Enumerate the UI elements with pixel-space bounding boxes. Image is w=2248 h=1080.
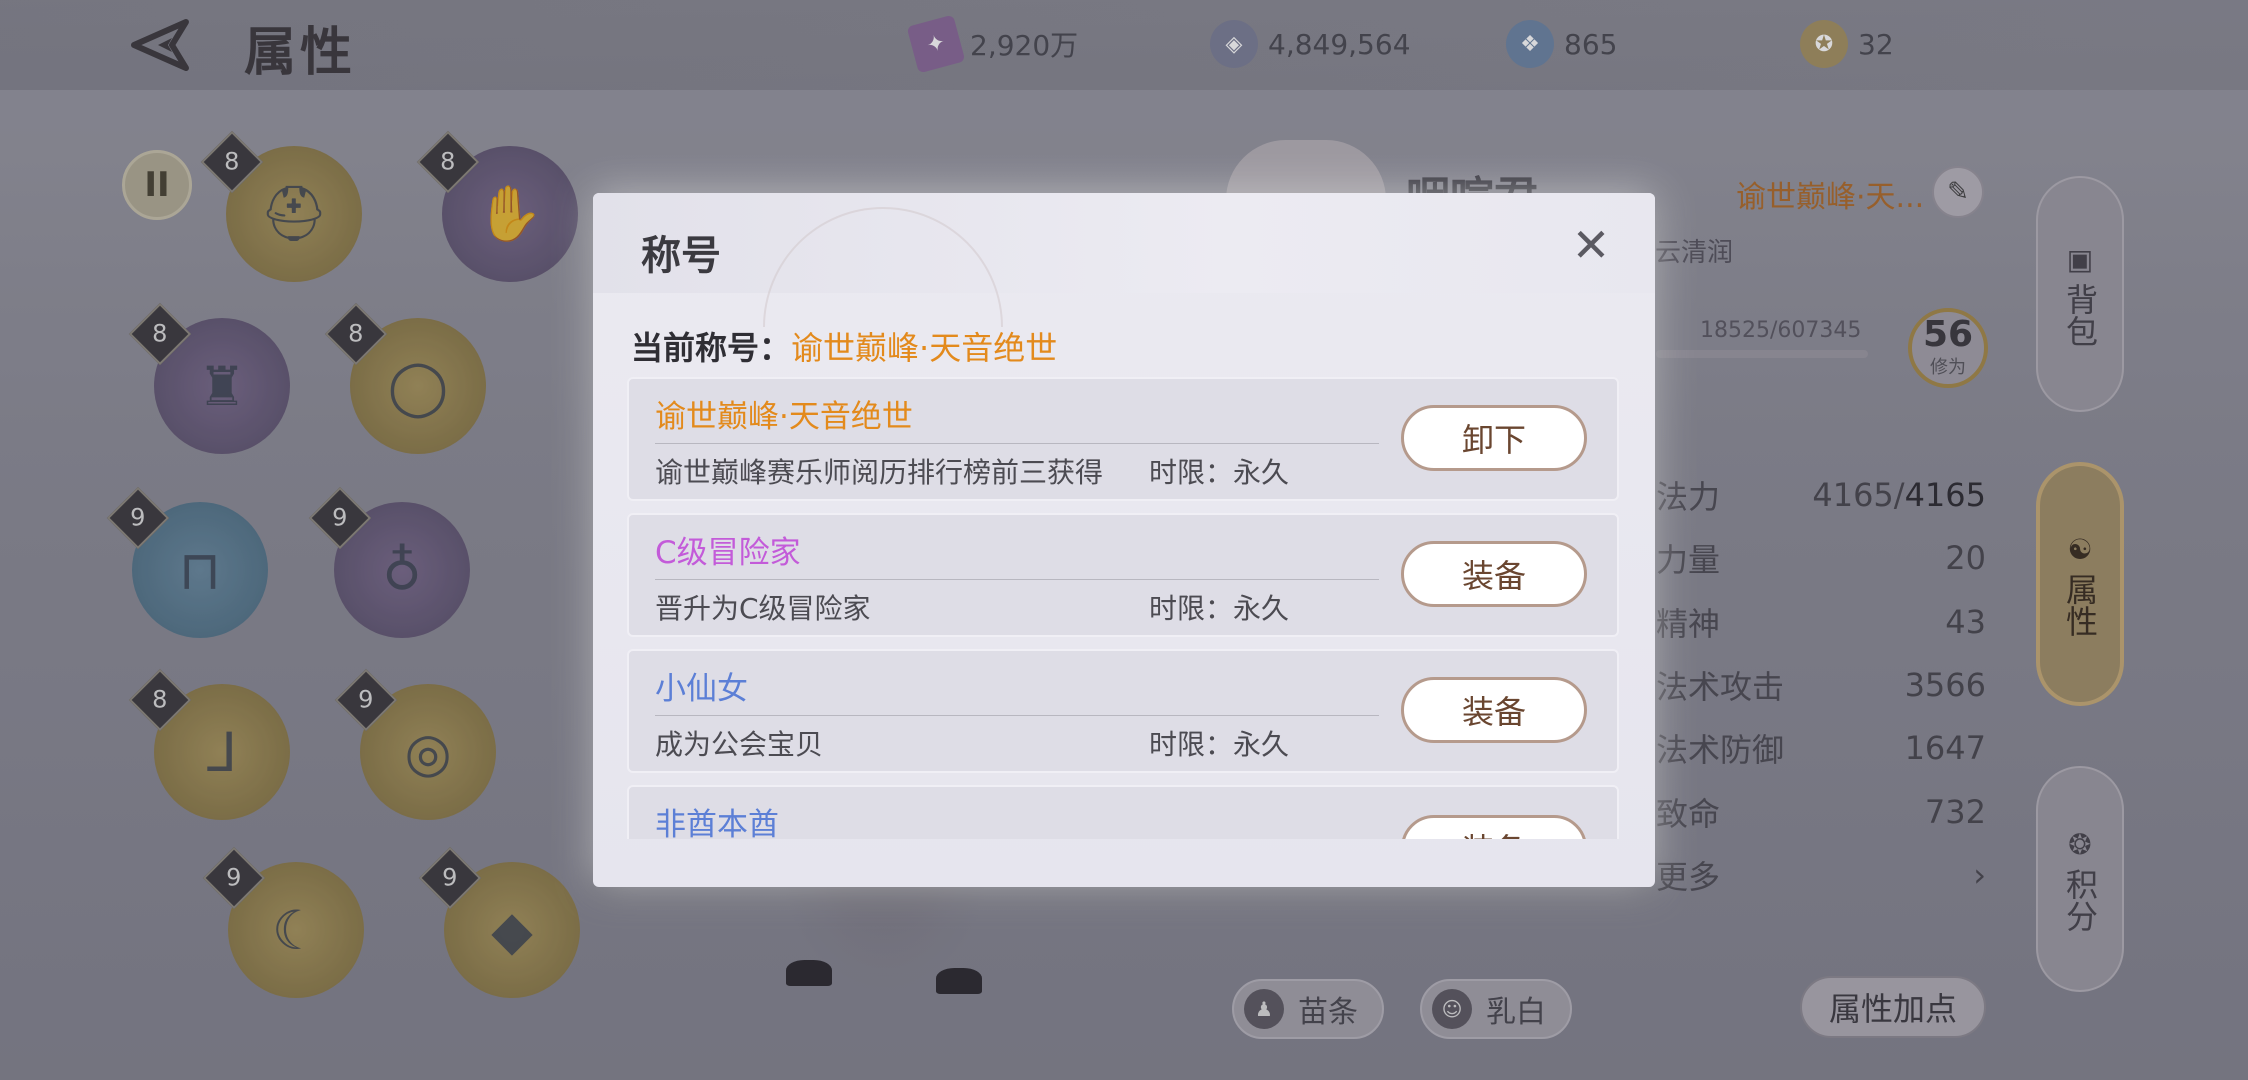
title-description: 谕世巅峰赛乐师阅历排行榜前三获得 xyxy=(655,456,1104,489)
title-list[interactable]: 谕世巅峰·天音绝世 谕世巅峰赛乐师阅历排行榜前三获得 时限：永久 卸下 C级冒险… xyxy=(627,377,1619,839)
title-name: 小仙女 xyxy=(655,671,748,707)
divider xyxy=(655,715,1379,716)
equip-button[interactable]: 装备 xyxy=(1401,677,1587,743)
dialog-header xyxy=(593,193,1655,293)
current-title-line: 当前称号：谕世巅峰·天音绝世 xyxy=(631,323,1057,369)
close-button[interactable]: ✕ xyxy=(1569,218,1613,272)
equip-button[interactable]: 装备 xyxy=(1401,541,1587,607)
dialog-title: 称号 xyxy=(641,233,721,279)
unequip-button[interactable]: 卸下 xyxy=(1401,405,1587,471)
title-description: 晋升为C级冒险家 xyxy=(655,592,871,625)
title-time-limit: 时限：永久 xyxy=(1149,592,1290,625)
title-list-item: 非酋本酋 装备 xyxy=(627,785,1619,839)
title-name: C级冒险家 xyxy=(655,535,801,571)
title-name: 非酋本酋 xyxy=(655,807,779,839)
title-description: 成为公会宝贝 xyxy=(655,728,824,761)
current-title-label: 当前称号： xyxy=(631,329,792,367)
equip-button[interactable]: 装备 xyxy=(1401,815,1587,839)
title-list-item: C级冒险家 晋升为C级冒险家 时限：永久 装备 xyxy=(627,513,1619,637)
current-title-value: 谕世巅峰·天音绝世 xyxy=(791,329,1058,367)
divider xyxy=(655,579,1379,580)
title-time-limit: 时限：永久 xyxy=(1149,728,1290,761)
divider xyxy=(655,443,1379,444)
title-time-limit: 时限：永久 xyxy=(1149,456,1290,489)
title-dialog: 称号 ✕ 当前称号：谕世巅峰·天音绝世 谕世巅峰·天音绝世 谕世巅峰赛乐师阅历排… xyxy=(593,193,1655,887)
title-list-item: 小仙女 成为公会宝贝 时限：永久 装备 xyxy=(627,649,1619,773)
title-name: 谕世巅峰·天音绝世 xyxy=(655,399,913,435)
title-list-item: 谕世巅峰·天音绝世 谕世巅峰赛乐师阅历排行榜前三获得 时限：永久 卸下 xyxy=(627,377,1619,501)
close-icon: ✕ xyxy=(1571,218,1611,272)
